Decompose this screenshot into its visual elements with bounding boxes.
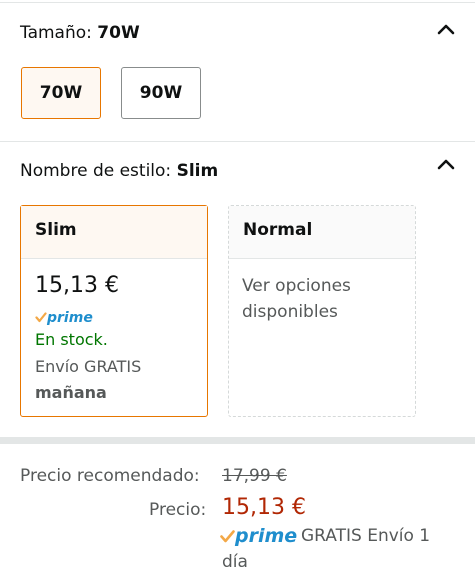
- card-price: 15,13 €: [35, 273, 119, 298]
- top-divider: [0, 2, 475, 3]
- prime-check-icon: [220, 530, 235, 543]
- free-shipping-day: día: [222, 552, 248, 572]
- chevron-up-icon[interactable]: [436, 157, 456, 171]
- size-option-70w[interactable]: 70W: [21, 67, 101, 119]
- size-option-90w[interactable]: 90W: [121, 67, 201, 119]
- price-label: Precio:: [149, 500, 207, 520]
- free-shipping-text: GRATIS Envío 1: [301, 526, 431, 546]
- prime-badge: prime: [220, 525, 297, 547]
- section-divider: [0, 141, 475, 142]
- style-card-title: Slim: [21, 206, 207, 259]
- recommended-price-value: 17,99 €: [222, 466, 287, 486]
- recommended-price-label: Precio recomendado:: [20, 466, 200, 486]
- style-label-row: Nombre de estilo: Slim: [20, 161, 218, 181]
- price-value: 15,13 €: [222, 495, 306, 520]
- see-options-text: Ver opciones disponibles: [242, 276, 351, 322]
- stock-status: En stock.: [35, 330, 108, 349]
- prime-logo-text: prime: [47, 310, 93, 326]
- size-option-label: 70W: [39, 83, 83, 103]
- style-selected-value: Slim: [176, 161, 219, 181]
- shipping-text: Envío GRATIS: [35, 357, 142, 376]
- section-separator: [0, 437, 475, 444]
- size-option-label: 90W: [139, 83, 183, 103]
- delivery-day: mañana: [35, 383, 107, 402]
- size-label-row: Tamaño: 70W: [20, 23, 140, 43]
- chevron-up-icon[interactable]: [436, 22, 456, 36]
- style-card-slim[interactable]: Slim 15,13 € prime En stock. Envío GRATI…: [20, 205, 208, 417]
- prime-check-icon: [35, 312, 47, 323]
- size-selected-value: 70W: [97, 23, 140, 43]
- size-label: Tamaño:: [20, 23, 92, 43]
- prime-badge: prime: [35, 307, 93, 326]
- style-card-normal[interactable]: Normal Ver opciones disponibles: [228, 205, 416, 417]
- style-card-title: Normal: [229, 206, 415, 259]
- prime-logo-text: prime: [235, 525, 298, 547]
- style-label: Nombre de estilo:: [20, 161, 172, 181]
